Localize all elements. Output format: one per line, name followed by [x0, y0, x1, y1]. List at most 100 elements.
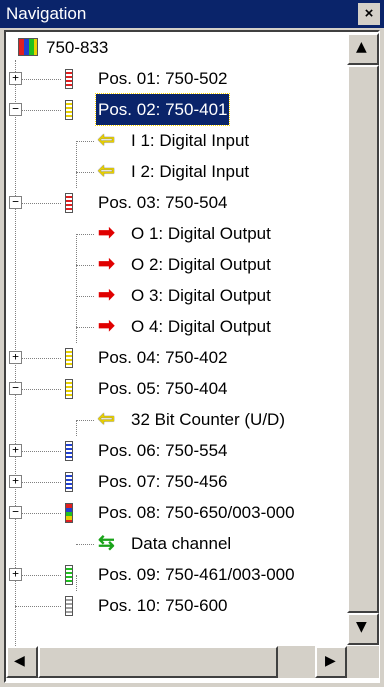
- tree-channel-i1[interactable]: ⇦ I 1: Digital Input: [6, 125, 346, 156]
- tree-node-pos08[interactable]: − Pos. 08: 750-650/003-000: [6, 497, 346, 528]
- tree-connector-line: [21, 389, 61, 390]
- module-green-icon: [65, 565, 73, 585]
- collapse-minus-icon[interactable]: −: [9, 196, 22, 209]
- scroll-left-button[interactable]: ◀: [6, 646, 38, 678]
- tree-connector-line: [21, 451, 61, 452]
- tree-connector-line: [21, 79, 61, 80]
- tree-node-label: Pos. 03: 750-504: [98, 193, 228, 212]
- tree-connector-line: [76, 420, 94, 421]
- collapse-minus-icon[interactable]: −: [9, 382, 22, 395]
- expand-plus-icon[interactable]: +: [9, 351, 22, 364]
- tree-connector-line: [76, 544, 94, 545]
- channel-label: O 2: Digital Output: [131, 255, 271, 274]
- scroll-up-button[interactable]: ▲: [347, 33, 379, 65]
- scrollbar-corner: [347, 646, 379, 678]
- channel-label: O 4: Digital Output: [131, 317, 271, 336]
- tree-connector-line: [76, 265, 94, 266]
- expand-plus-icon[interactable]: +: [9, 475, 22, 488]
- tree-channel-o1[interactable]: ➡ O 1: Digital Output: [6, 218, 346, 249]
- arrow-down-icon: ▼: [356, 619, 367, 635]
- close-button[interactable]: ×: [358, 3, 380, 25]
- module-yellow-icon: [65, 379, 73, 399]
- expand-plus-icon[interactable]: +: [9, 444, 22, 457]
- channel-label: I 1: Digital Input: [131, 131, 250, 150]
- vertical-scrollbar[interactable]: ▲ ▼: [347, 33, 379, 645]
- tree-channel-i2[interactable]: ⇦ I 2: Digital Input: [6, 156, 346, 187]
- tree-channel-o3[interactable]: ➡ O 3: Digital Output: [6, 280, 346, 311]
- module-red-icon: [65, 69, 73, 89]
- tree-node-pos05[interactable]: − Pos. 05: 750-404: [6, 373, 346, 404]
- tree-node-label: Pos. 01: 750-502: [98, 69, 228, 88]
- tree-connector-line: [21, 110, 61, 111]
- tree-connector-line: [21, 575, 61, 576]
- tree-connector-line: [15, 606, 61, 607]
- tree-viewport: 750-833 + Pos. 01: 750-502 − Pos. 02: 75…: [6, 32, 347, 646]
- tree-connector-line: [76, 141, 94, 142]
- arrow-left-icon: ◀: [14, 653, 25, 669]
- tree-connector-line: [76, 296, 94, 297]
- vertical-scroll-thumb[interactable]: [347, 65, 379, 613]
- tree-channel-data[interactable]: ⇆ Data channel: [6, 528, 346, 559]
- tree-node-label: Pos. 09: 750-461/003-000: [98, 565, 295, 584]
- output-arrow-icon: ➡: [98, 315, 115, 337]
- module-yellow-icon: [65, 100, 73, 120]
- tree-node-label: Pos. 10: 750-600: [98, 596, 228, 615]
- horizontal-scroll-thumb[interactable]: [38, 646, 278, 678]
- channel-label: O 1: Digital Output: [131, 224, 271, 243]
- tree-node-pos03[interactable]: − Pos. 03: 750-504: [6, 187, 346, 218]
- expand-plus-icon[interactable]: +: [9, 568, 22, 581]
- module-blue-icon: [65, 441, 73, 461]
- data-channel-icon: ⇆: [98, 532, 115, 554]
- tree-connector-line: [76, 327, 94, 328]
- channel-label: 32 Bit Counter (U/D): [131, 410, 285, 429]
- tree-channel-o2[interactable]: ➡ O 2: Digital Output: [6, 249, 346, 280]
- coupler-icon: [18, 38, 38, 56]
- tree-root[interactable]: 750-833: [6, 32, 346, 63]
- tree-channel-o4[interactable]: ➡ O 4: Digital Output: [6, 311, 346, 342]
- tree-node-pos09[interactable]: + Pos. 09: 750-461/003-000: [6, 559, 346, 590]
- tree-root-label: 750-833: [46, 38, 109, 57]
- channel-label: O 3: Digital Output: [131, 286, 271, 305]
- module-yellow-icon: [65, 348, 73, 368]
- tree-connector-line: [21, 513, 61, 514]
- output-arrow-icon: ➡: [98, 284, 115, 306]
- tree-connector-line: [76, 234, 94, 235]
- tree-connector-line: [21, 482, 61, 483]
- arrow-up-icon: ▲: [356, 39, 367, 55]
- tree-node-label: Pos. 05: 750-404: [98, 379, 228, 398]
- arrow-right-icon: ▶: [325, 653, 336, 669]
- channel-label: I 2: Digital Input: [131, 162, 250, 181]
- tree-connector-line: [21, 203, 61, 204]
- module-blue-icon: [65, 472, 73, 492]
- tree-node-label: Pos. 07: 750-456: [98, 472, 228, 491]
- tree-node-pos10[interactable]: Pos. 10: 750-600: [6, 590, 346, 621]
- tree-connector-line: [21, 358, 61, 359]
- tree-node-pos07[interactable]: + Pos. 07: 750-456: [6, 466, 346, 497]
- output-arrow-icon: ➡: [98, 222, 115, 244]
- module-red-icon: [65, 193, 73, 213]
- tree-node-label-selected: Pos. 02: 750-401: [94, 93, 231, 126]
- horizontal-scrollbar[interactable]: ◀ ▶: [6, 646, 347, 678]
- tree-node-label: Pos. 08: 750-650/003-000: [98, 503, 295, 522]
- module-gray-icon: [65, 596, 73, 616]
- expand-plus-icon[interactable]: +: [9, 72, 22, 85]
- tree-channel-counter[interactable]: ⇦ 32 Bit Counter (U/D): [6, 404, 346, 435]
- tree-node-pos06[interactable]: + Pos. 06: 750-554: [6, 435, 346, 466]
- output-arrow-icon: ➡: [98, 253, 115, 275]
- collapse-minus-icon[interactable]: −: [9, 506, 22, 519]
- tree-node-pos02[interactable]: − Pos. 02: 750-401: [6, 93, 346, 126]
- scroll-right-button[interactable]: ▶: [315, 646, 347, 678]
- tree-node-label: Pos. 04: 750-402: [98, 348, 228, 367]
- module-multicolor-icon: [65, 503, 73, 523]
- tree-node-pos04[interactable]: + Pos. 04: 750-402: [6, 342, 346, 373]
- tree-node-pos01[interactable]: + Pos. 01: 750-502: [6, 63, 346, 94]
- channel-label: Data channel: [131, 534, 232, 553]
- input-arrow-icon: ⇦: [98, 129, 115, 151]
- scroll-down-button[interactable]: ▼: [347, 613, 379, 645]
- tree-node-label: Pos. 06: 750-554: [98, 441, 228, 460]
- tree-connector-line: [76, 172, 94, 173]
- input-arrow-icon: ⇦: [98, 408, 115, 430]
- input-arrow-icon: ⇦: [98, 160, 115, 182]
- collapse-minus-icon[interactable]: −: [9, 103, 22, 116]
- panel-title: Navigation: [6, 4, 87, 23]
